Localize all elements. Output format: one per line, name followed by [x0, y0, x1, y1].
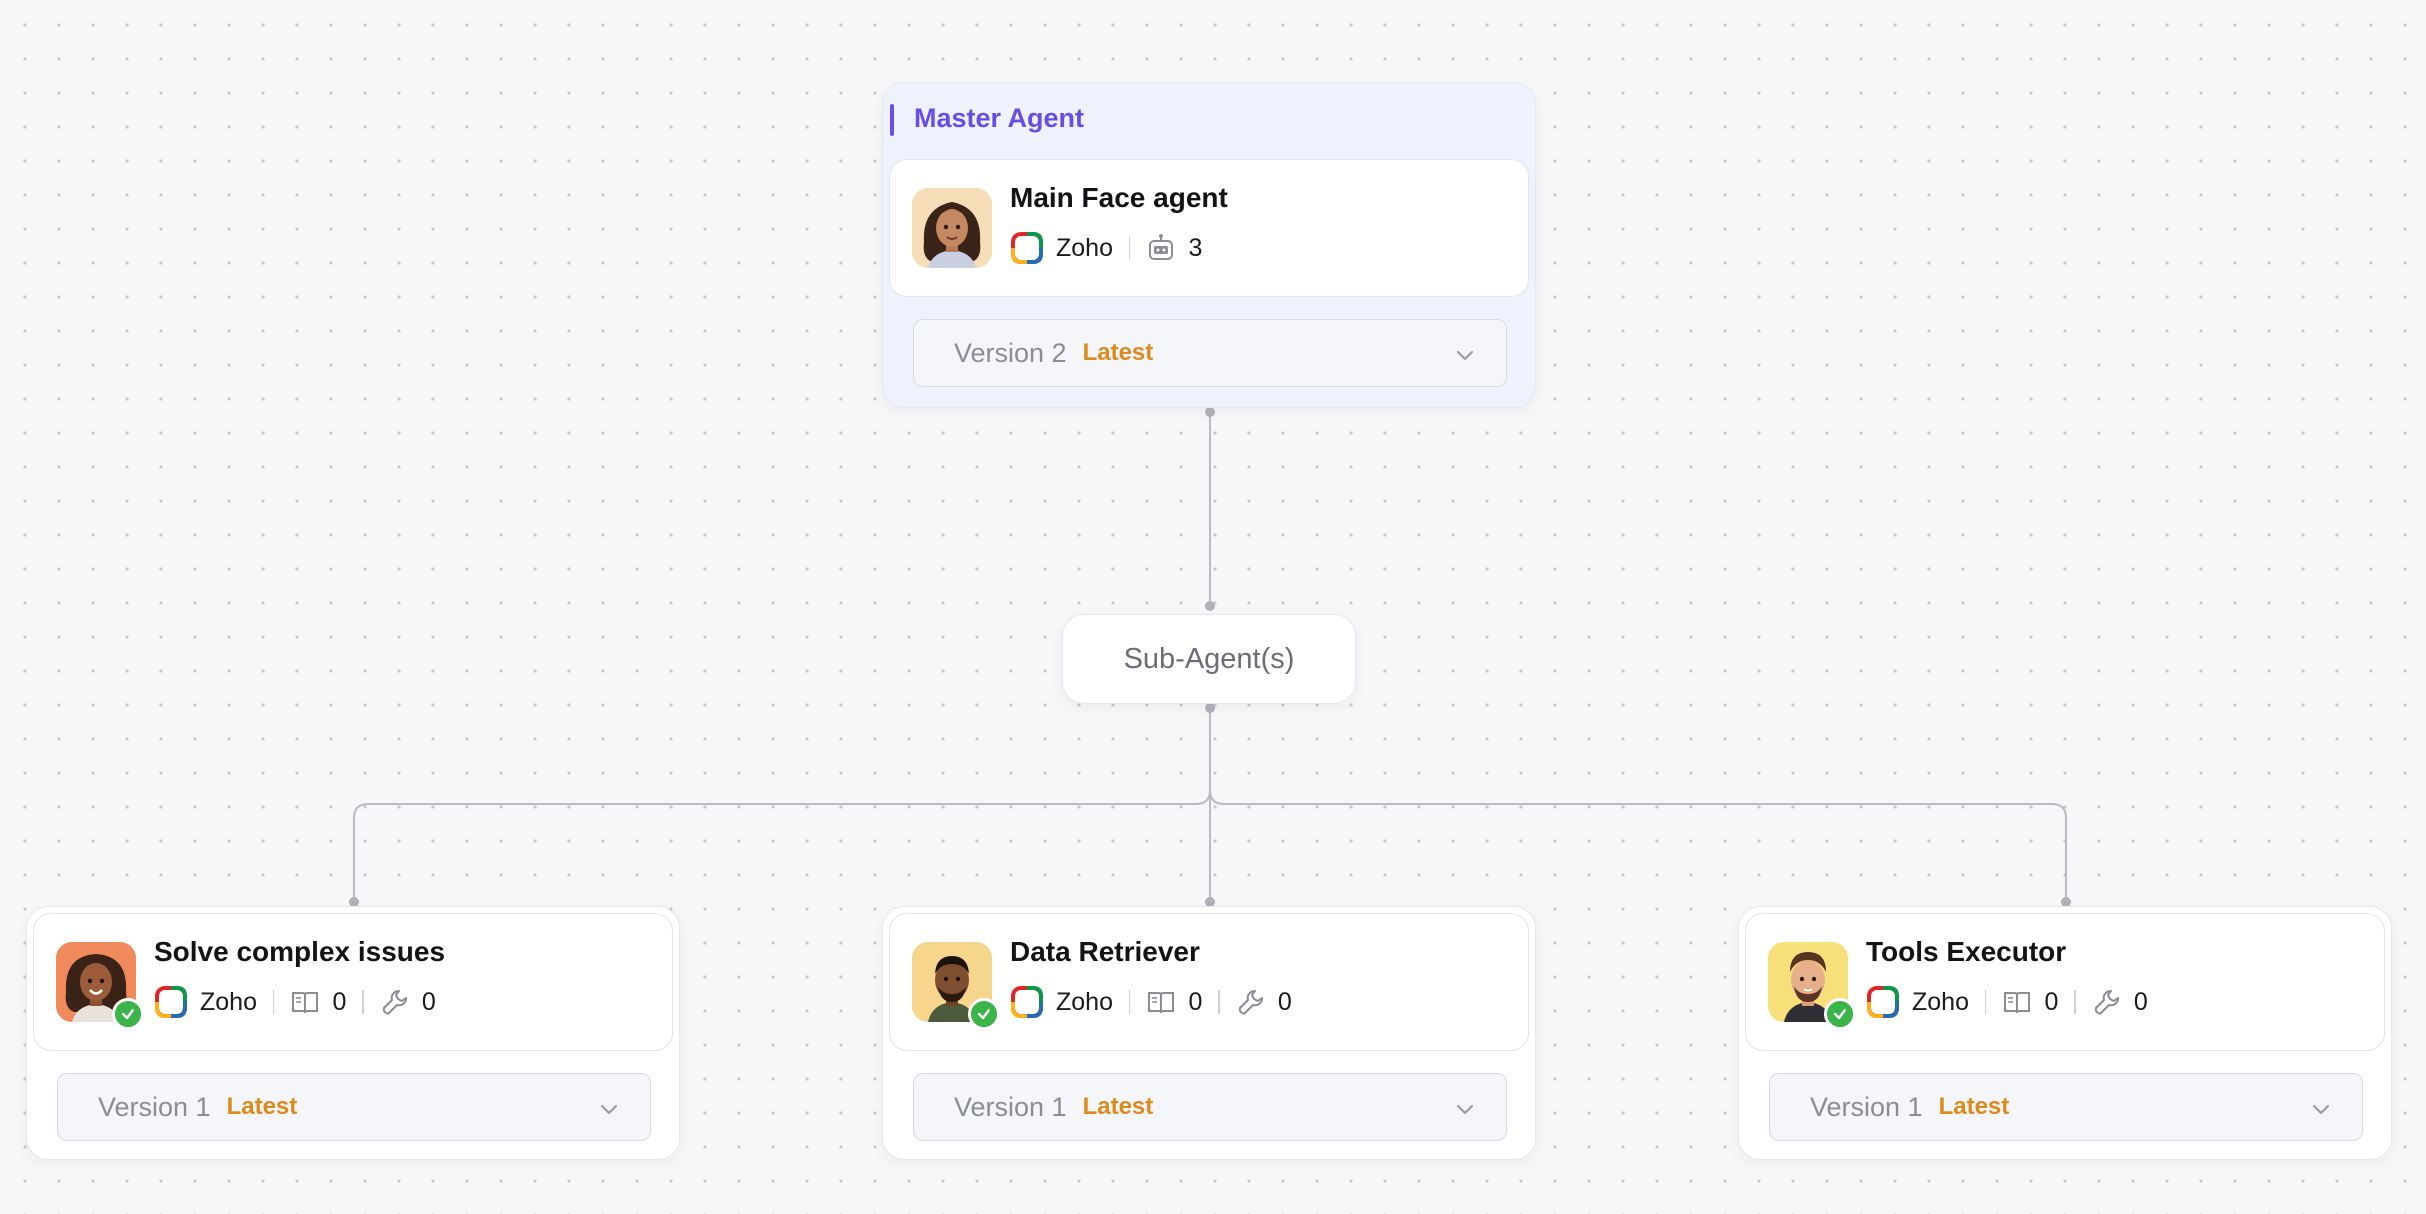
version-label: Version 2 — [954, 337, 1067, 368]
agent-meta: Zoho 0 0 — [154, 984, 436, 1020]
agent-avatar — [1768, 942, 1856, 1030]
agent-avatar — [56, 942, 144, 1030]
master-agent-label: Master Agent — [914, 103, 1085, 133]
sub-agent-node[interactable]: Tools Executor Zoho 0 0 Version 1 Latest — [1738, 906, 2392, 1160]
version-select[interactable]: Version 1 Latest — [913, 1073, 1507, 1141]
platform-name: Zoho — [1912, 987, 1969, 1016]
zoho-logo-icon — [155, 986, 187, 1018]
sub-agents-label: Sub-Agent(s) — [1123, 642, 1295, 675]
agent-avatar — [912, 188, 992, 268]
latest-tag: Latest — [226, 1093, 298, 1120]
agent-meta: Zoho 0 0 — [1866, 984, 2148, 1020]
tools-count: 0 — [2133, 987, 2148, 1016]
chevron-down-icon — [2312, 1104, 2330, 1115]
tools-count: 0 — [1277, 987, 1292, 1016]
agent-avatar — [912, 942, 1000, 1030]
version-label: Version 1 — [1810, 1091, 1923, 1122]
knowledge-count: 0 — [2044, 987, 2059, 1016]
agent-card[interactable]: Main Face agent Zoho 3 — [889, 159, 1529, 297]
agent-name: Solve complex issues — [154, 936, 446, 967]
knowledge-count: 0 — [1188, 987, 1203, 1016]
meta-divider — [1218, 990, 1220, 1014]
agent-card[interactable]: Solve complex issues Zoho 0 0 — [33, 913, 673, 1051]
sub-agents-bridge-node[interactable]: Sub-Agent(s) — [1062, 614, 1356, 704]
check-badge-icon — [968, 998, 1000, 1030]
platform-name: Zoho — [1056, 987, 1113, 1016]
master-agent-node[interactable]: Master Agent Main Face agent Zoho 3 Vers… — [882, 82, 1536, 408]
meta-divider — [2074, 990, 2076, 1014]
meta-divider — [272, 990, 275, 1014]
version-select[interactable]: Version 1 Latest — [57, 1073, 651, 1141]
check-badge-icon — [112, 998, 144, 1030]
agent-name: Tools Executor — [1866, 936, 2067, 967]
meta-divider — [1128, 236, 1131, 260]
platform-name: Zoho — [200, 987, 257, 1016]
book-icon — [2004, 992, 2031, 1014]
wrench-icon — [2094, 990, 2119, 1015]
version-label: Version 1 — [98, 1091, 211, 1122]
tools-count: 0 — [421, 987, 436, 1016]
wrench-icon — [1238, 990, 1263, 1015]
chevron-down-icon — [1456, 1104, 1474, 1115]
zoho-logo-icon — [1011, 232, 1043, 264]
chevron-down-icon — [600, 1104, 618, 1115]
accent-bar — [890, 104, 894, 136]
latest-tag: Latest — [1082, 1093, 1154, 1120]
master-agent-header: Master Agent — [883, 83, 1535, 159]
agent-meta: Zoho 0 0 — [1010, 984, 1292, 1020]
bot-count: 3 — [1188, 233, 1203, 262]
agent-card[interactable]: Tools Executor Zoho 0 0 — [1745, 913, 2385, 1051]
meta-divider — [362, 990, 364, 1014]
agent-card[interactable]: Data Retriever Zoho 0 0 — [889, 913, 1529, 1051]
check-badge-icon — [1824, 998, 1856, 1030]
platform-name: Zoho — [1056, 233, 1113, 262]
latest-tag: Latest — [1938, 1093, 2010, 1120]
book-icon — [1148, 992, 1175, 1014]
meta-divider — [1128, 990, 1131, 1014]
book-icon — [292, 992, 319, 1014]
agent-name: Data Retriever — [1010, 936, 1200, 967]
agent-meta: Zoho 3 — [1010, 230, 1202, 266]
wrench-icon — [382, 990, 407, 1015]
meta-divider — [1984, 990, 1987, 1014]
version-label: Version 1 — [954, 1091, 1067, 1122]
woman-avatar-icon — [912, 188, 992, 268]
version-select[interactable]: Version 1 Latest — [1769, 1073, 2363, 1141]
sub-agent-node[interactable]: Data Retriever Zoho 0 0 Version 1 Latest — [882, 906, 1536, 1160]
knowledge-count: 0 — [332, 987, 347, 1016]
chevron-down-icon — [1456, 350, 1474, 361]
zoho-logo-icon — [1867, 986, 1899, 1018]
agent-name: Main Face agent — [1010, 182, 1228, 213]
sub-agent-node[interactable]: Solve complex issues Zoho 0 0 Version 1 … — [26, 906, 680, 1160]
zoho-logo-icon — [1011, 986, 1043, 1018]
robot-icon — [1149, 234, 1174, 260]
latest-tag: Latest — [1082, 339, 1154, 366]
version-select[interactable]: Version 2 Latest — [913, 319, 1507, 387]
